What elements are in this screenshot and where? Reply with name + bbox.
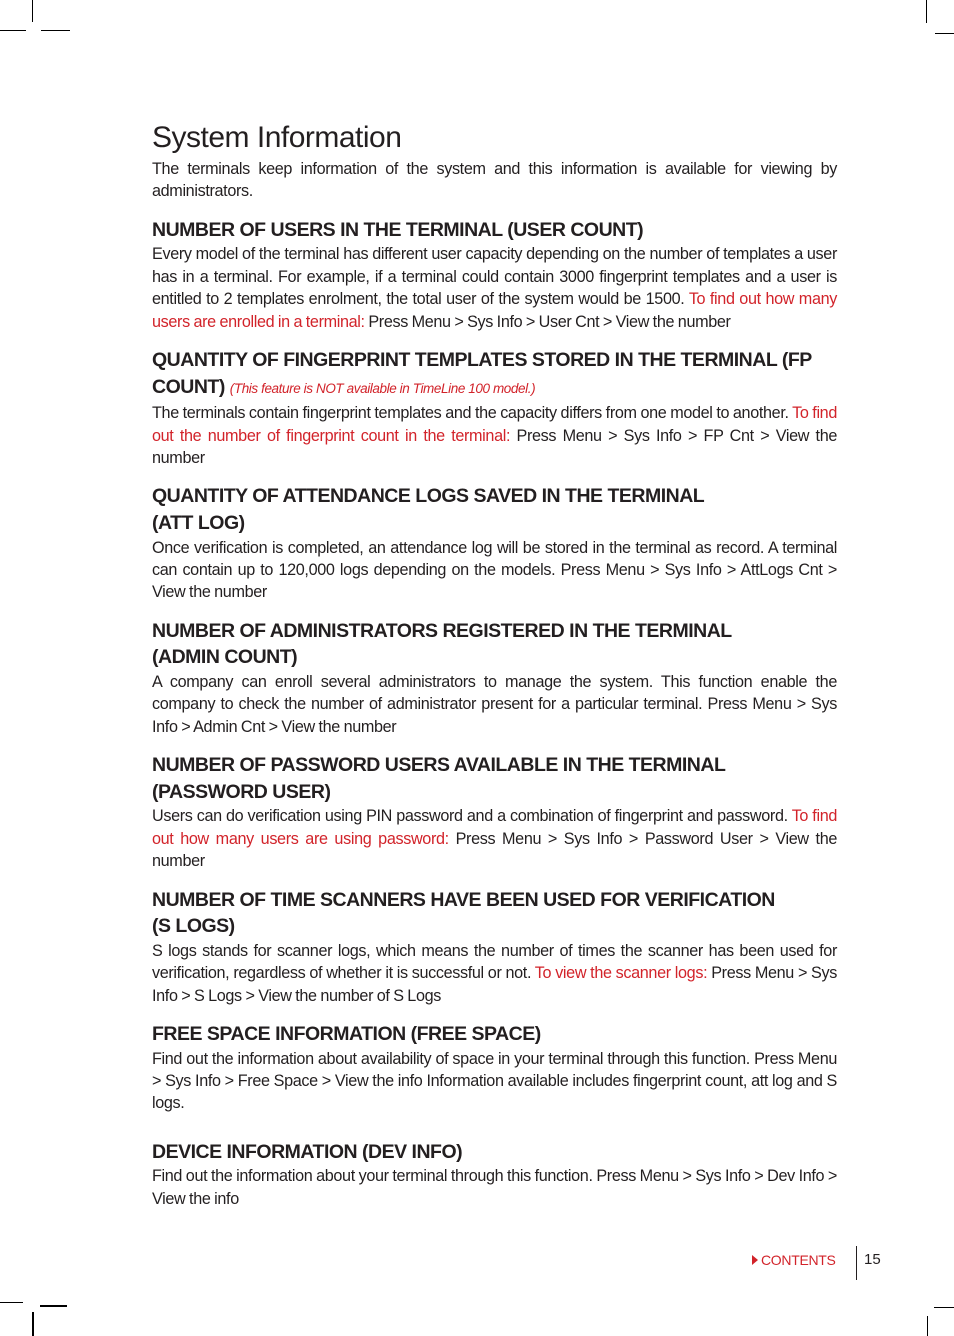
heading-line: (PASSWORD USER)	[152, 780, 331, 803]
body-text: Press Menu > Sys Info > User Cnt > View …	[364, 312, 731, 331]
triangle-right-icon	[752, 1255, 758, 1265]
crop-mark	[32, 1312, 34, 1336]
heading-line: NUMBER OF TIME SCANNERS HAVE BEEN USED F…	[152, 888, 775, 911]
crop-mark	[41, 30, 70, 31]
page-title: System Information	[152, 121, 402, 154]
crop-mark	[0, 1302, 23, 1303]
highlight-text: To view the scanner logs:	[534, 964, 708, 983]
footer-divider	[856, 1246, 857, 1280]
heading-line: (ADMIN COUNT)	[152, 646, 298, 669]
contents-label: CONTENTS	[761, 1252, 836, 1268]
heading-line: (S LOGS)	[152, 915, 235, 938]
section-body: The terminals contain fingerprint templa…	[152, 402, 837, 469]
intro-paragraph: The terminals keep information of the sy…	[152, 160, 837, 201]
section-user-count: NUMBER OF USERS IN THE TERMINAL (USER CO…	[152, 217, 837, 333]
body-text: Users can do verification using PIN pass…	[152, 807, 792, 826]
body-text: The terminals contain fingerprint templa…	[152, 404, 793, 423]
section-fp-count: QUANTITY OF FINGERPRINT TEMPLATES STORED…	[152, 347, 837, 469]
section-heading: NUMBER OF TIME SCANNERS HAVE BEEN USED F…	[152, 887, 837, 940]
heading-line: NUMBER OF ADMINISTRATORS REGISTERED IN T…	[152, 619, 732, 642]
section-body: Users can do verification using PIN pass…	[152, 805, 837, 872]
section-body: Every model of the terminal has differen…	[152, 243, 837, 333]
section-heading: DEVICE INFORMATION (DEV INFO)	[152, 1140, 463, 1163]
heading-line: QUANTITY OF ATTENDANCE LOGS SAVED IN THE…	[152, 485, 705, 508]
crop-mark	[40, 1305, 67, 1307]
section-heading: NUMBER OF ADMINISTRATORS REGISTERED IN T…	[152, 618, 837, 671]
heading-line: NUMBER OF PASSWORD USERS AVAILABLE IN TH…	[152, 754, 726, 777]
section-heading: FREE SPACE INFORMATION (FREE SPACE)	[152, 1023, 541, 1046]
section-free-space: FREE SPACE INFORMATION (FREE SPACE) Find…	[152, 1021, 837, 1115]
crop-mark	[926, 0, 927, 23]
crop-mark	[0, 30, 26, 31]
availability-note: (This feature is NOT available in TimeLi…	[229, 380, 536, 396]
contents-link[interactable]: CONTENTS	[752, 1252, 836, 1268]
section-s-logs: NUMBER OF TIME SCANNERS HAVE BEEN USED F…	[152, 887, 837, 1007]
section-body: Find out the information about availabil…	[152, 1049, 837, 1113]
section-att-log: QUANTITY OF ATTENDANCE LOGS SAVED IN THE…	[152, 483, 837, 603]
section-heading: QUANTITY OF FINGERPRINT TEMPLATES STORED…	[152, 347, 837, 402]
section-body: Find out the information about your term…	[152, 1167, 837, 1208]
section-heading: NUMBER OF USERS IN THE TERMINAL (USER CO…	[152, 218, 644, 241]
document-page: System Information The terminals keep in…	[152, 118, 837, 1210]
crop-mark	[927, 1316, 928, 1336]
section-body: A company can enroll several administrat…	[152, 673, 837, 736]
section-body: S logs stands for scanner logs, which me…	[152, 940, 837, 1007]
crop-mark	[935, 33, 954, 34]
section-dev-info: DEVICE INFORMATION (DEV INFO) Find out t…	[152, 1139, 837, 1210]
page-number: 15	[864, 1251, 881, 1268]
section-body: Once verification is completed, an atten…	[152, 538, 837, 602]
section-password-user: NUMBER OF PASSWORD USERS AVAILABLE IN TH…	[152, 752, 837, 872]
crop-mark	[934, 1307, 954, 1308]
crop-mark	[32, 0, 33, 22]
section-heading: QUANTITY OF ATTENDANCE LOGS SAVED IN THE…	[152, 483, 837, 536]
heading-line: (ATT LOG)	[152, 512, 245, 535]
section-heading: NUMBER OF PASSWORD USERS AVAILABLE IN TH…	[152, 752, 837, 805]
section-admin-count: NUMBER OF ADMINISTRATORS REGISTERED IN T…	[152, 618, 837, 738]
